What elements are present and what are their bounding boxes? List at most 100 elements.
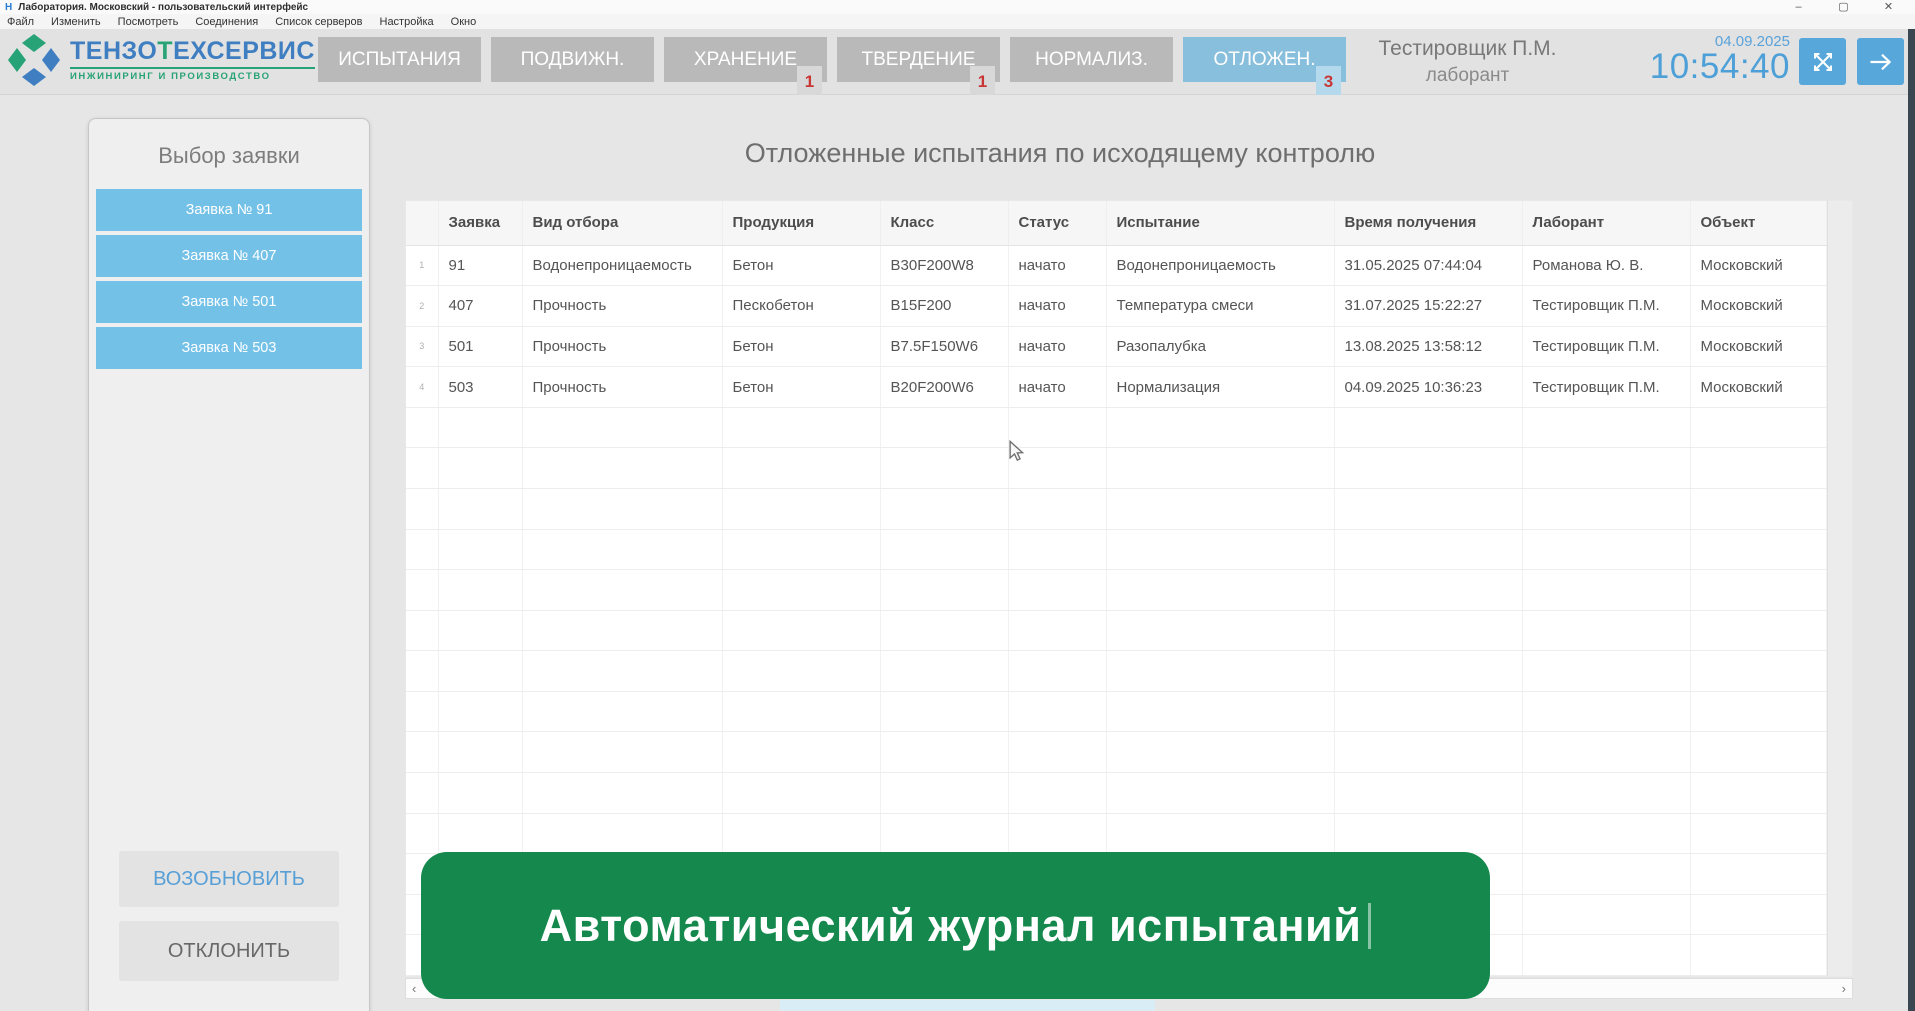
request-button-407[interactable]: Заявка № 407	[96, 235, 362, 277]
tab-deferred[interactable]: ОТЛОЖЕН. 3	[1183, 37, 1346, 82]
table-cell: Прочность	[522, 286, 722, 327]
tab-normalization[interactable]: НОРМАЛИЗ.	[1010, 37, 1173, 82]
clock: 04.09.2025 10:54:40	[1593, 33, 1790, 87]
table-cell: Московский	[1690, 367, 1826, 408]
table-cell: Разопалубка	[1106, 326, 1334, 367]
clock-time: 10:54:40	[1593, 47, 1790, 87]
maximize-icon[interactable]: ▢	[1821, 0, 1866, 14]
column-header-object[interactable]: Объект	[1690, 201, 1826, 245]
tab-label: ТВЕРДЕНИЕ	[862, 49, 976, 71]
user-name: Тестировщик П.М.	[1350, 37, 1585, 61]
menu-item-file[interactable]: Файл	[7, 16, 34, 28]
table-empty-row	[406, 773, 1826, 814]
tab-mobility[interactable]: ПОДВИЖН.	[491, 37, 654, 82]
brand-part-2: Т	[157, 37, 173, 65]
window-title: Лаборатория. Московский - пользовательск…	[18, 2, 308, 13]
column-header-received-time[interactable]: Время получения	[1334, 201, 1522, 245]
company-logo: ТЕНЗОТЕХСЕРВИС ИНЖИНИРИНГ И ПРОИЗВОДСТВО	[6, 32, 315, 88]
table-empty-row	[406, 813, 1826, 854]
overlay-banner: Автоматический журнал испытаний	[421, 852, 1490, 999]
table-cell: B30F200W8	[880, 245, 1008, 286]
table-empty-row	[406, 570, 1826, 611]
brand-block: ТЕНЗОТЕХСЕРВИС ИНЖИНИРИНГ И ПРОИЗВОДСТВО	[70, 39, 315, 82]
table-cell: Московский	[1690, 326, 1826, 367]
close-icon[interactable]: ✕	[1866, 0, 1911, 14]
scroll-left-icon[interactable]: ‹	[412, 981, 416, 996]
table-cell: начато	[1008, 286, 1106, 327]
tab-bar: ИСПЫТАНИЯ ПОДВИЖН. ХРАНЕНИЕ 1 ТВЕРДЕНИЕ …	[318, 37, 1346, 82]
tab-storage[interactable]: ХРАНЕНИЕ 1	[664, 37, 827, 82]
overlay-banner-text: Автоматический журнал испытаний	[540, 900, 1362, 952]
table-empty-row	[406, 610, 1826, 651]
column-header-lab-assistant[interactable]: Лаборант	[1522, 201, 1690, 245]
menu-item-view[interactable]: Посмотреть	[118, 16, 179, 28]
window-controls: – ▢ ✕	[1776, 0, 1911, 14]
tab-badge: 1	[970, 66, 995, 95]
tab-badge: 3	[1316, 66, 1341, 95]
request-selection-panel: Выбор заявки Заявка № 91 Заявка № 407 За…	[88, 118, 370, 1011]
tab-label: НОРМАЛИЗ.	[1035, 49, 1148, 71]
menu-item-window[interactable]: Окно	[451, 16, 477, 28]
menu-item-connections[interactable]: Соединения	[195, 16, 258, 28]
fullscreen-button[interactable]	[1799, 38, 1846, 85]
tab-label: ИСПЫТАНИЯ	[338, 49, 461, 71]
request-button-501[interactable]: Заявка № 501	[96, 281, 362, 323]
scroll-right-icon[interactable]: ›	[1842, 981, 1846, 996]
table-cell: 13.08.2025 13:58:12	[1334, 326, 1522, 367]
table-row[interactable]: 2407ПрочностьПескобетонB15F200начатоТемп…	[406, 286, 1826, 327]
right-edge-strip	[1908, 29, 1915, 1011]
menu-item-server-list[interactable]: Список серверов	[275, 16, 362, 28]
column-header-status[interactable]: Статус	[1008, 201, 1106, 245]
request-button-91[interactable]: Заявка № 91	[96, 189, 362, 231]
table-cell: B15F200	[880, 286, 1008, 327]
app-icon: Н	[5, 2, 12, 13]
column-header-sampling-type[interactable]: Вид отбора	[522, 201, 722, 245]
arrow-right-icon	[1866, 47, 1896, 77]
request-list: Заявка № 91 Заявка № 407 Заявка № 501 За…	[89, 189, 369, 369]
column-header-class[interactable]: Класс	[880, 201, 1008, 245]
table-cell: Прочность	[522, 326, 722, 367]
brand-part-1: ТЕНЗО	[70, 37, 157, 65]
table-cell: Прочность	[522, 367, 722, 408]
tab-label: ПОДВИЖН.	[521, 49, 625, 71]
resume-button[interactable]: ВОЗОБНОВИТЬ	[119, 851, 339, 907]
row-number: 3	[406, 326, 438, 367]
table-cell: Бетон	[722, 367, 880, 408]
column-header-product[interactable]: Продукция	[722, 201, 880, 245]
table-row[interactable]: 3501ПрочностьБетонB7.5F150W6начатоРазопа…	[406, 326, 1826, 367]
mouse-cursor	[1008, 440, 1026, 462]
table-cell: Пескобетон	[722, 286, 880, 327]
minimize-icon[interactable]: –	[1776, 0, 1821, 14]
table-cell: 91	[438, 245, 522, 286]
user-info: Тестировщик П.М. лаборант	[1350, 37, 1585, 87]
table-cell: Тестировщик П.М.	[1522, 367, 1690, 408]
table-cell: 501	[438, 326, 522, 367]
tab-tests[interactable]: ИСПЫТАНИЯ	[318, 37, 481, 82]
row-number-header	[406, 201, 438, 245]
table-cell: Нормализация	[1106, 367, 1334, 408]
column-header-request[interactable]: Заявка	[438, 201, 522, 245]
table-cell: начато	[1008, 367, 1106, 408]
brand-name: ТЕНЗОТЕХСЕРВИС	[70, 39, 315, 64]
row-number: 1	[406, 245, 438, 286]
table-cell: Бетон	[722, 245, 880, 286]
exit-button[interactable]	[1857, 38, 1904, 85]
table-empty-row	[406, 407, 1826, 448]
table-cell: 31.07.2025 15:22:27	[1334, 286, 1522, 327]
decline-button[interactable]: ОТКЛОНИТЬ	[119, 921, 339, 981]
brand-tagline: ИНЖИНИРИНГ И ПРОИЗВОДСТВО	[70, 67, 315, 82]
table-cell: начато	[1008, 326, 1106, 367]
table-cell: Тестировщик П.М.	[1522, 326, 1690, 367]
tab-hardening[interactable]: ТВЕРДЕНИЕ 1	[837, 37, 1000, 82]
menu-item-settings[interactable]: Настройка	[380, 16, 434, 28]
row-number: 4	[406, 367, 438, 408]
page-title: Отложенные испытания по исходящему контр…	[350, 138, 1770, 169]
menu-item-edit[interactable]: Изменить	[51, 16, 101, 28]
vertical-scrollbar[interactable]	[1827, 201, 1853, 977]
table-cell: Романова Ю. В.	[1522, 245, 1690, 286]
table-row[interactable]: 191ВодонепроницаемостьБетонB30F200W8нача…	[406, 245, 1826, 286]
table-row[interactable]: 4503ПрочностьБетонB20F200W6начатоНормали…	[406, 367, 1826, 408]
column-header-test[interactable]: Испытание	[1106, 201, 1334, 245]
request-button-503[interactable]: Заявка № 503	[96, 327, 362, 369]
table-cell: Московский	[1690, 286, 1826, 327]
